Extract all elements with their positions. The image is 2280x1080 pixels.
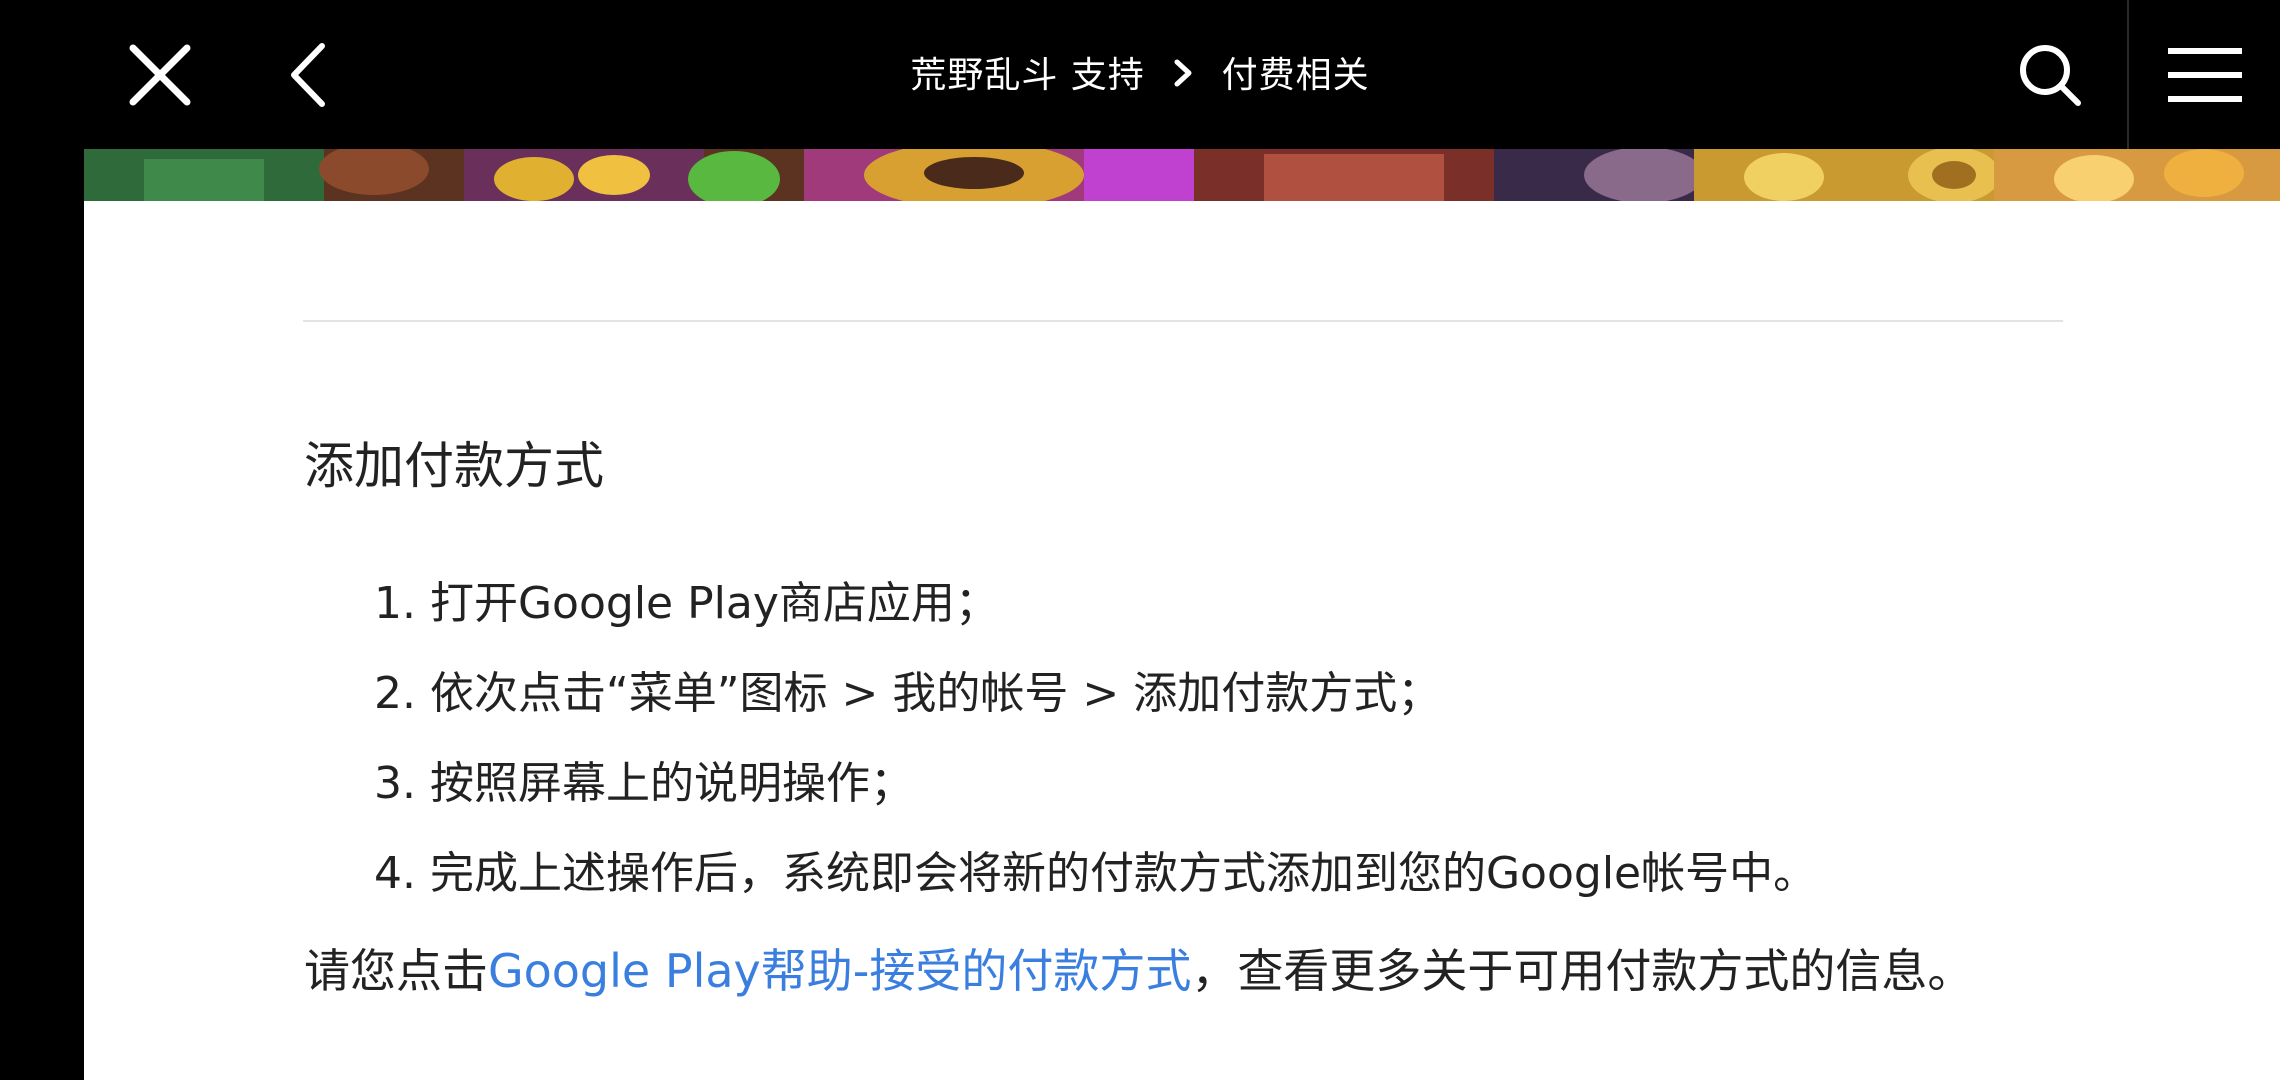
google-play-help-link[interactable]: Google Play帮助-接受的付款方式 [488, 944, 1191, 998]
menu-button[interactable] [2150, 30, 2260, 120]
list-item: 1. 打开Google Play商店应用； [374, 578, 999, 629]
help-text-suffix: ，查看更多关于可用付款方式的信息。 [1191, 944, 1974, 998]
breadcrumb-separator-icon [1173, 51, 1193, 101]
header-divider [2127, 0, 2129, 149]
section-divider [303, 320, 2063, 322]
steps-list: 1. 打开Google Play商店应用； 2. 依次点击“菜单”图标 > 我的… [374, 559, 1817, 919]
help-paragraph: 请您点击Google Play帮助-接受的付款方式，查看更多关于可用付款方式的信… [304, 936, 1973, 1006]
search-button[interactable] [2000, 30, 2100, 120]
help-text-prefix: 请您点击 [304, 944, 488, 998]
article-content: 添加付款方式 1. 打开Google Play商店应用； 2. 依次点击“菜单”… [84, 201, 2280, 1080]
breadcrumb: 荒野乱斗 支持 付费相关 [0, 50, 2280, 101]
breadcrumb-item-support[interactable]: 荒野乱斗 支持 [910, 55, 1144, 96]
hamburger-menu-icon [2168, 48, 2242, 102]
list-item: 2. 依次点击“菜单”图标 > 我的帐号 > 添加付款方式； [374, 668, 1442, 719]
header-banner-image [84, 149, 2280, 201]
section-title: 添加付款方式 [304, 437, 604, 495]
list-item: 4. 完成上述操作后，系统即会将新的付款方式添加到您的Google帐号中。 [374, 848, 1818, 899]
top-navigation-bar: 荒野乱斗 支持 付费相关 [0, 0, 2280, 149]
list-item: 3. 按照屏幕上的说明操作； [374, 758, 914, 809]
page: 荒野乱斗 支持 付费相关 添加付款方式 1. 打开Google Play商店应用… [0, 0, 2280, 1080]
search-icon [2020, 45, 2081, 106]
breadcrumb-item-billing[interactable]: 付费相关 [1222, 55, 1370, 96]
